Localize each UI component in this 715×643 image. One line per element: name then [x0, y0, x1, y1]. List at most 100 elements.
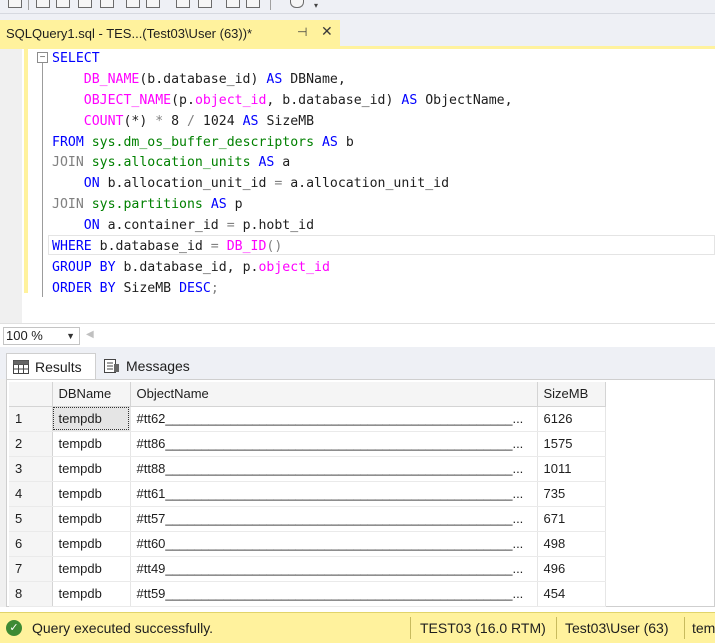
code-line[interactable]: JOIN sys.allocation_units AS a: [52, 153, 513, 174]
cell-dbname[interactable]: tempdb: [52, 581, 131, 607]
code-token: OBJECT_NAME: [83, 92, 172, 108]
cell-dbname[interactable]: tempdb: [52, 431, 131, 457]
editor-gutter: [0, 49, 22, 323]
outdent-icon[interactable]: [198, 0, 212, 8]
cell-dbname[interactable]: tempdb: [52, 556, 131, 582]
code-token: a.container_id: [99, 218, 227, 234]
tab-results[interactable]: Results: [6, 353, 96, 379]
cell-objectname[interactable]: #tt88___________________________________…: [130, 456, 538, 482]
code-line[interactable]: ON a.container_id = p.hobt_id: [52, 216, 513, 237]
table-row[interactable]: 3 tempdb #tt88____________________________…: [9, 456, 606, 482]
row-number[interactable]: 1: [9, 406, 53, 432]
results-to-grid-icon[interactable]: [56, 0, 70, 8]
cell-objectname[interactable]: #tt60___________________________________…: [130, 531, 538, 557]
table-row[interactable]: 5 tempdb #tt57____________________________…: [9, 506, 606, 532]
code-line[interactable]: GROUP BY b.database_id, p.object_id: [52, 258, 513, 279]
code-line[interactable]: WHERE b.database_id = DB_ID(): [52, 237, 513, 258]
code-token: sys.partitions: [91, 197, 203, 213]
document-tabstrip: SQLQuery1.sql - TES...(Test03\User (63))…: [0, 14, 715, 46]
zoom-value: 100 %: [6, 328, 43, 343]
table-row[interactable]: 6 tempdb #tt60____________________________…: [9, 531, 606, 557]
table-row[interactable]: 7 tempdb #tt49____________________________…: [9, 556, 606, 582]
code-line[interactable]: ON b.allocation_unit_id = a.allocation_u…: [52, 174, 513, 195]
cell-dbname[interactable]: tempdb: [52, 406, 131, 432]
close-icon[interactable]: ✕: [321, 23, 333, 40]
toolbar-button[interactable]: [8, 0, 22, 8]
row-number[interactable]: 3: [9, 456, 53, 482]
row-number-header[interactable]: [9, 382, 53, 407]
indent-icon[interactable]: [176, 0, 190, 8]
results-tabstrip: Results Messages: [0, 347, 715, 379]
uncomment-icon[interactable]: [146, 0, 160, 8]
row-number[interactable]: 8: [9, 581, 53, 607]
tab-messages[interactable]: Messages: [100, 353, 198, 379]
cell-sizemb[interactable]: 1575: [537, 431, 606, 457]
results-to-file-icon[interactable]: [100, 0, 114, 8]
cell-sizemb[interactable]: 454: [537, 581, 606, 607]
code-token: 1024: [194, 113, 243, 129]
row-number[interactable]: 7: [9, 556, 53, 582]
cell-sizemb[interactable]: 735: [537, 481, 606, 507]
cell-dbname[interactable]: tempdb: [52, 531, 131, 557]
results-grid[interactable]: DBName ObjectName SizeMB 1 tempdb #tt62___…: [6, 379, 715, 607]
code-token: SizeMB: [258, 113, 315, 129]
cell-dbname[interactable]: tempdb: [52, 456, 131, 482]
code-line[interactable]: SELECT: [52, 49, 513, 70]
row-number[interactable]: 5: [9, 506, 53, 532]
cell-objectname[interactable]: #tt57___________________________________…: [130, 506, 538, 532]
results-to-text-icon[interactable]: [36, 0, 50, 8]
zoom-select[interactable]: 100 % ▼: [3, 327, 80, 345]
column-header-sizemb[interactable]: SizeMB: [537, 382, 606, 407]
collapse-icon[interactable]: −: [37, 52, 48, 63]
table-row[interactable]: 8 tempdb #tt59____________________________…: [9, 581, 606, 607]
code-line[interactable]: COUNT(*) * 8 / 1024 AS SizeMB: [52, 112, 513, 133]
code-token: b.database_id: [91, 239, 211, 255]
code-text[interactable]: SELECT DB_NAME(b.database_id) AS DBName,…: [52, 49, 513, 300]
recent-icon[interactable]: [246, 0, 260, 8]
table-row[interactable]: 2 tempdb #tt86____________________________…: [9, 431, 606, 457]
chevron-down-icon[interactable]: ▾: [314, 1, 318, 10]
tab-results-label: Results: [35, 358, 82, 375]
specify-values-icon[interactable]: [226, 0, 240, 8]
code-line[interactable]: DB_NAME(b.database_id) AS DBName,: [52, 70, 513, 91]
cell-sizemb[interactable]: 1011: [537, 456, 606, 482]
options-icon[interactable]: [290, 0, 304, 8]
cell-objectname[interactable]: #tt62___________________________________…: [130, 406, 538, 432]
query-editor[interactable]: − SELECT DB_NAME(b.database_id) AS DBNam…: [0, 49, 715, 323]
cell-sizemb[interactable]: 496: [537, 556, 606, 582]
status-server: TEST03 (16.0 RTM): [420, 620, 546, 636]
messages-icon: [104, 359, 119, 373]
table-row[interactable]: 1 tempdb #tt62____________________________…: [9, 406, 606, 432]
code-token: b: [337, 134, 354, 150]
cell-objectname[interactable]: #tt49___________________________________…: [130, 556, 538, 582]
pin-icon[interactable]: ⊣: [297, 25, 307, 39]
code-line[interactable]: JOIN sys.partitions AS p: [52, 195, 513, 216]
cell-sizemb[interactable]: 498: [537, 531, 606, 557]
code-token: p: [226, 197, 243, 213]
column-header-objectname[interactable]: ObjectName: [130, 382, 538, 407]
table-row[interactable]: 4 tempdb #tt61____________________________…: [9, 481, 606, 507]
cell-dbname[interactable]: tempdb: [52, 481, 131, 507]
cell-sizemb[interactable]: 671: [537, 506, 606, 532]
code-token: DBName,: [282, 71, 346, 87]
comment-icon[interactable]: [126, 0, 140, 8]
cell-dbname[interactable]: tempdb: [52, 506, 131, 532]
code-line[interactable]: OBJECT_NAME(p.object_id, b.database_id) …: [52, 91, 513, 112]
row-number[interactable]: 4: [9, 481, 53, 507]
code-token: WHERE: [52, 239, 92, 255]
column-header-dbname[interactable]: DBName: [52, 382, 131, 407]
row-number[interactable]: 6: [9, 531, 53, 557]
code-line[interactable]: FROM sys.dm_os_buffer_descriptors AS b: [52, 133, 513, 154]
row-number[interactable]: 2: [9, 431, 53, 457]
results-to-file-icon[interactable]: [78, 0, 92, 8]
chevron-down-icon[interactable]: ▼: [66, 328, 75, 344]
toolbar-separator: [28, 0, 29, 10]
cell-objectname[interactable]: #tt59___________________________________…: [130, 581, 538, 607]
cell-sizemb[interactable]: 6126: [537, 406, 606, 432]
document-tab[interactable]: SQLQuery1.sql - TES...(Test03\User (63))…: [0, 20, 340, 46]
cell-objectname[interactable]: #tt61___________________________________…: [130, 481, 538, 507]
code-line[interactable]: ORDER BY SizeMB DESC;: [52, 279, 513, 300]
scroll-left-icon[interactable]: ◀: [86, 329, 94, 340]
cell-objectname[interactable]: #tt86___________________________________…: [130, 431, 538, 457]
